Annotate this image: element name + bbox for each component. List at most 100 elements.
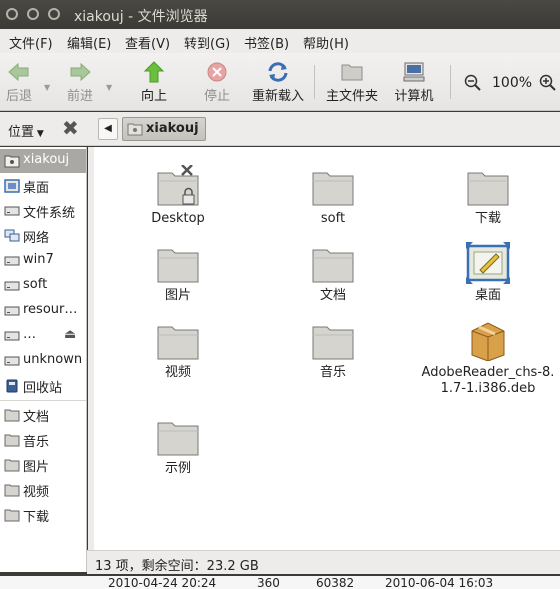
up-arrow-icon [143, 61, 165, 83]
folder-icon [312, 249, 354, 283]
stop-icon [207, 62, 227, 82]
sidebar-item-downloads[interactable]: 下载 [0, 503, 86, 527]
stop-button[interactable]: 停止 [198, 57, 236, 107]
drive-icon [4, 306, 20, 316]
eject-icon[interactable]: ⏏ [64, 327, 76, 342]
folder-locked-icon [157, 165, 199, 206]
folder-icon [312, 326, 354, 360]
background-number: 60382 [316, 576, 355, 589]
file-item-videos[interactable]: 视频 [108, 319, 248, 381]
drive-icon [4, 331, 20, 341]
background-number: 360 [257, 576, 280, 589]
reload-button[interactable]: 重新载入 [250, 57, 306, 107]
zoom-in-icon[interactable] [539, 74, 557, 92]
sidebar-item-documents[interactable]: 文档 [0, 403, 86, 427]
desktop-icon [4, 179, 20, 193]
folder-icon [312, 172, 354, 206]
drive-icon [4, 281, 20, 291]
file-item-adobereader-deb[interactable]: AdobeReader_chs-8. 1.7-1.i386.deb [408, 319, 560, 397]
file-icon-view: Desktop soft 下载 图片 文档 桌面 视频 音乐 AdobeRead… [94, 147, 560, 550]
path-button-current[interactable]: xiakouj [122, 117, 206, 141]
zoom-out-icon[interactable] [464, 74, 482, 92]
sidebar-item-resources[interactable]: resour… [0, 299, 86, 323]
zoom-level[interactable]: 100% [492, 75, 532, 91]
status-bar: 13 项，剩余空间：23.2 GB [87, 550, 560, 574]
home-folder-icon [341, 64, 363, 81]
sidebar-item-ellipsis-drive[interactable]: … ⏏ [0, 324, 86, 348]
sidebar-item-pictures[interactable]: 图片 [0, 453, 86, 477]
sidebar-item-unknown[interactable]: unknown [0, 349, 86, 373]
file-item-examples[interactable]: 示例 [108, 415, 248, 477]
menu-go[interactable]: 转到(G) [184, 33, 230, 52]
file-item-documents[interactable]: 文档 [263, 242, 403, 304]
folder-icon [4, 409, 20, 422]
forward-button[interactable]: 前进 [62, 57, 98, 107]
sidebar-item-network[interactable]: 网络 [0, 224, 86, 248]
toolbar-separator [314, 65, 315, 99]
sidebar-item-home[interactable]: xiakouj [0, 149, 86, 173]
menu-file[interactable]: 文件(F) [9, 33, 53, 52]
folder-icon [4, 434, 20, 447]
home-folder-icon [4, 155, 20, 168]
folder-icon [157, 249, 199, 283]
background-date: 2010-04-24 20:24 [108, 576, 217, 589]
sidebar-item-desktop[interactable]: 桌面 [0, 174, 86, 198]
folder-icon [157, 422, 199, 456]
sidebar-item-win7[interactable]: win7 [0, 249, 86, 273]
close-window-button[interactable] [6, 8, 18, 20]
menu-edit[interactable]: 编辑(E) [67, 33, 111, 52]
drive-icon [4, 256, 20, 266]
back-arrow-icon [8, 62, 29, 82]
back-button[interactable]: 后退 [2, 57, 36, 107]
forward-history-dropdown-icon[interactable]: ▼ [106, 83, 112, 92]
folder-icon [157, 326, 199, 360]
folder-icon [467, 172, 509, 206]
menu-bookmarks[interactable]: 书签(B) [244, 33, 289, 52]
background-window-row: 2010-04-24 20:24 360 60382 2010-06-04 16… [0, 574, 560, 589]
home-folder-icon [127, 123, 143, 136]
maximize-window-button[interactable] [48, 8, 60, 20]
menu-view[interactable]: 查看(V) [125, 33, 170, 52]
sidebar-item-videos[interactable]: 视频 [0, 478, 86, 502]
file-item-desktop[interactable]: Desktop [108, 165, 248, 227]
minimize-window-button[interactable] [27, 8, 39, 20]
background-date: 2010-06-04 16:03 [385, 576, 494, 589]
places-sidebar: xiakouj 桌面 文件系统 网络 win7 soft resour… … ⏏… [0, 147, 87, 572]
up-button[interactable]: 向上 [135, 57, 173, 107]
toolbar: 后退 ▼ 前进 ▼ 向上 停止 重新载入 主文件夹 计算机 100% [0, 53, 560, 111]
sidebar-divider [0, 400, 86, 401]
menu-bar: 文件(F) 编辑(E) 查看(V) 转到(G) 书签(B) 帮助(H) [0, 29, 560, 53]
folder-icon [4, 509, 20, 522]
drive-icon [4, 356, 20, 366]
sidebar-item-soft[interactable]: soft [0, 274, 86, 298]
reload-icon [268, 62, 288, 82]
file-item-pictures[interactable]: 图片 [108, 242, 248, 304]
status-text: 13 项，剩余空间：23.2 GB [95, 559, 259, 574]
window-title: xiakouj - 文件浏览器 [74, 9, 208, 25]
home-button[interactable]: 主文件夹 [324, 57, 380, 107]
network-icon [4, 229, 20, 242]
toolbar-separator [450, 65, 451, 99]
computer-icon [403, 62, 425, 82]
close-sidebar-icon[interactable]: ✖ [62, 116, 79, 140]
file-item-soft[interactable]: soft [263, 165, 403, 227]
title-bar: xiakouj - 文件浏览器 [0, 0, 560, 29]
drive-icon [4, 206, 20, 216]
sidebar-item-trash[interactable]: 回收站 [0, 374, 86, 398]
location-bar: 位置 ▼ ✖ ◀ xiakouj [0, 112, 560, 146]
places-dropdown[interactable]: 位置 ▼ [8, 121, 44, 140]
folder-icon [4, 459, 20, 472]
forward-arrow-icon [70, 62, 91, 82]
folder-icon [4, 484, 20, 497]
computer-button[interactable]: 计算机 [392, 57, 436, 107]
file-item-music[interactable]: 音乐 [263, 319, 403, 381]
sidebar-item-filesystem[interactable]: 文件系统 [0, 199, 86, 223]
package-icon [471, 322, 505, 361]
file-item-desktop-folder[interactable]: 桌面 [418, 242, 558, 304]
menu-help[interactable]: 帮助(H) [303, 33, 349, 52]
trash-icon [6, 379, 18, 393]
path-left-arrow-icon[interactable]: ◀ [98, 118, 118, 140]
file-item-downloads[interactable]: 下载 [418, 165, 558, 227]
sidebar-item-music[interactable]: 音乐 [0, 428, 86, 452]
back-history-dropdown-icon[interactable]: ▼ [44, 83, 50, 92]
